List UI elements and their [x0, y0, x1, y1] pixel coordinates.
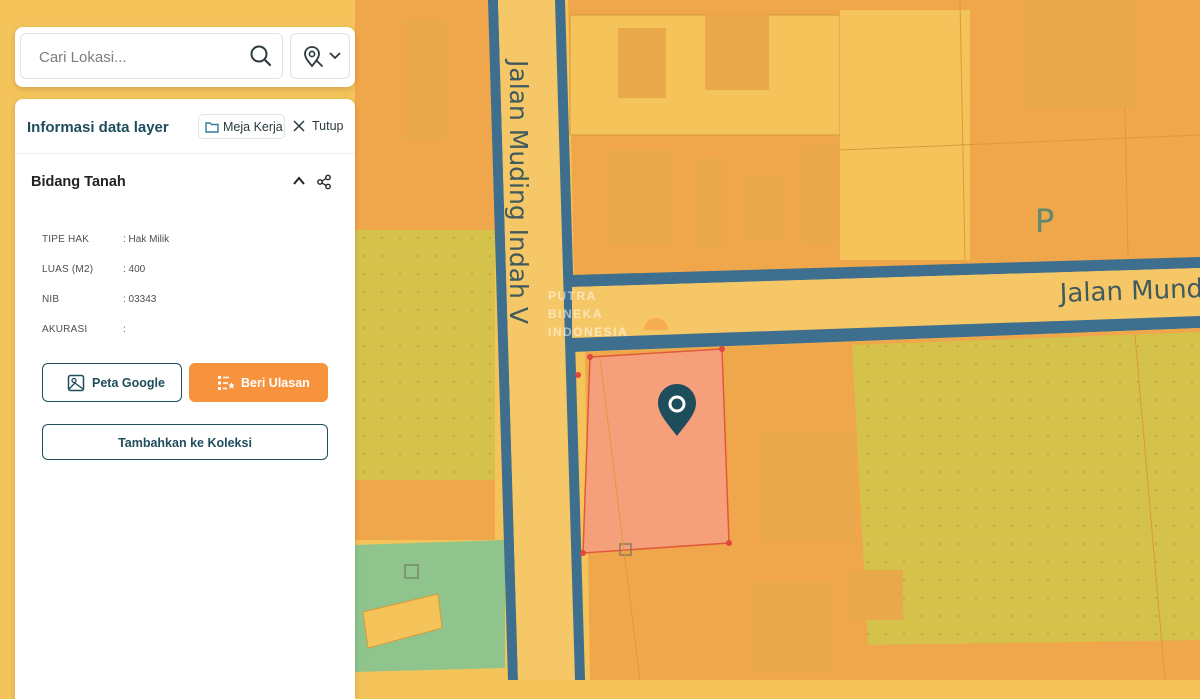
close-label: Tutup [312, 119, 344, 133]
watermark-line: PUTRA [548, 289, 597, 303]
attribute-key: NIB [42, 294, 60, 305]
section-title: Bidang Tanah [31, 174, 126, 190]
folder-icon [205, 122, 219, 133]
close-icon [293, 120, 305, 132]
building [803, 145, 838, 243]
info-panel: Informasi data layer Meja Kerja Tutup Bi… [15, 99, 355, 699]
google-map-button[interactable]: Peta Google [42, 363, 182, 402]
map-pin-search-icon [304, 46, 323, 68]
building [745, 176, 785, 241]
attribute-key: LUAS (M2) [42, 264, 94, 275]
attribute-value: : 03343 [123, 294, 157, 305]
building [763, 432, 855, 542]
close-button[interactable]: Tutup [293, 116, 353, 138]
attribute-value: : Hak Milik [123, 234, 170, 245]
street-label-vertical: Jalan Muding Indah V [504, 58, 533, 324]
building [1025, 0, 1137, 108]
building [705, 15, 769, 90]
panel-header: Informasi data layer Meja Kerja Tutup [15, 99, 355, 154]
parcel-texture [852, 332, 1200, 645]
share-icon[interactable] [316, 174, 332, 190]
attribute-value: : [123, 324, 126, 335]
chevron-up-icon[interactable] [292, 175, 306, 187]
parcel [355, 170, 495, 230]
chevron-down-icon [329, 52, 341, 60]
building [618, 28, 666, 98]
building [752, 582, 832, 672]
panel-title: Informasi data layer [27, 119, 169, 136]
location-filter-button[interactable] [290, 33, 350, 79]
search-icon[interactable] [248, 43, 274, 69]
parcel [840, 10, 970, 260]
google-map-label: Peta Google [92, 376, 165, 390]
watermark-line: INDONESIA [548, 325, 628, 339]
search-input[interactable] [37, 44, 241, 70]
street-label-horizontal: Jalan Mund [1057, 274, 1200, 309]
vertex [587, 354, 593, 360]
list-star-icon [218, 376, 235, 390]
building [848, 570, 903, 620]
review-button[interactable]: Beri Ulasan [189, 363, 328, 402]
map-image-icon [67, 374, 85, 392]
watermark-line: BINEKA [548, 307, 603, 321]
workspace-label: Meja Kerja [223, 120, 283, 134]
attribute-value: : 400 [123, 264, 146, 275]
vertex [575, 372, 581, 378]
selected-parcel[interactable] [582, 348, 730, 554]
building [610, 150, 670, 245]
search-bar [15, 27, 355, 87]
vertex [719, 346, 725, 352]
attribute-key: AKURASI [42, 324, 88, 335]
add-to-collection-label: Tambahkan ke Koleksi [118, 436, 252, 450]
workspace-button[interactable]: Meja Kerja [198, 114, 285, 139]
add-to-collection-button[interactable]: Tambahkan ke Koleksi [42, 424, 328, 460]
search-box [20, 33, 283, 79]
parcel-texture [355, 230, 495, 480]
parcel [355, 480, 495, 540]
zone-letter: P [1035, 202, 1054, 240]
vertex [726, 540, 732, 546]
review-label: Beri Ulasan [241, 376, 310, 390]
building [405, 20, 445, 140]
vertex [580, 550, 586, 556]
attribute-key: TIPE HAK [42, 234, 90, 245]
building [697, 158, 723, 248]
